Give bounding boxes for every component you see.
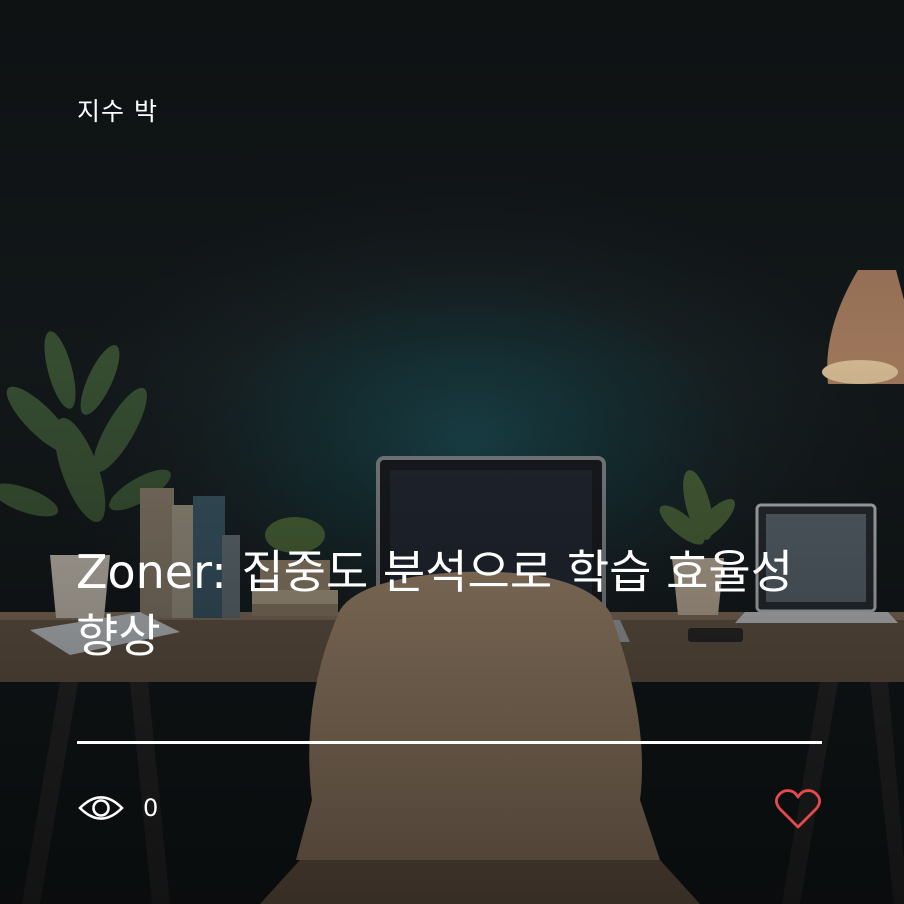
image-shade-overlay xyxy=(0,0,904,904)
post-card[interactable]: 지수 박 Zoner: 집중도 분석으로 학습 효율성 향상 0 xyxy=(0,0,904,904)
heart-icon xyxy=(775,789,821,829)
view-stats: 0 xyxy=(77,788,158,828)
author-name[interactable]: 지수 박 xyxy=(77,92,158,128)
view-count: 0 xyxy=(143,794,159,822)
divider xyxy=(77,741,822,744)
like-button[interactable] xyxy=(774,787,822,831)
post-title[interactable]: Zoner: 집중도 분석으로 학습 효율성 향상 xyxy=(76,540,836,668)
eye-icon xyxy=(78,796,124,820)
